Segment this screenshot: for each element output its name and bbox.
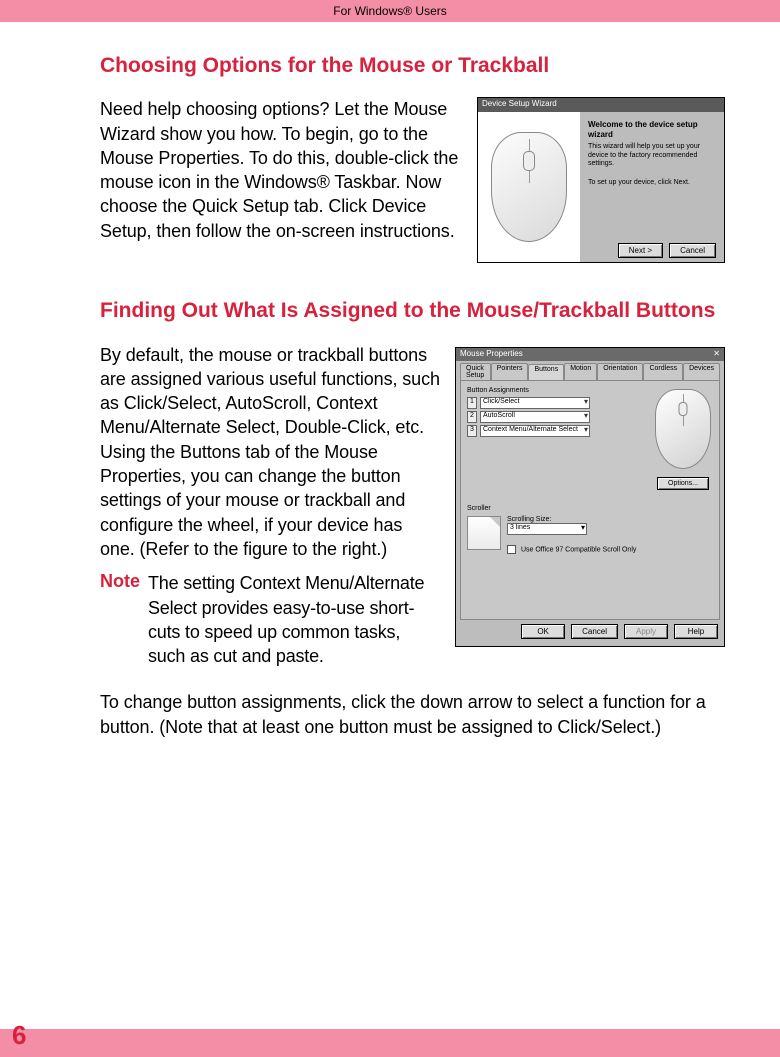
tab-devices[interactable]: Devices <box>683 363 720 380</box>
tab-orientation[interactable]: Orientation <box>597 363 643 380</box>
fig2-panel: Button Assignments 1 Click/Select 2 Auto… <box>460 380 720 620</box>
note-block: Note The setting Context Menu/Alternate … <box>100 571 441 668</box>
fig1-welcome: Welcome to the device setup wizard <box>588 120 716 139</box>
assignment-combo-1[interactable]: Click/Select <box>480 397 590 409</box>
apply-button[interactable]: Apply <box>624 624 668 639</box>
page-content: Choosing Options for the Mouse or Trackb… <box>0 22 780 739</box>
section1-heading: Choosing Options for the Mouse or Trackb… <box>100 52 725 79</box>
mouse-icon <box>491 132 567 242</box>
options-button[interactable]: Options... <box>657 477 709 490</box>
fig2-button-bar: OK Cancel Apply Help <box>456 624 724 643</box>
fig1-titlebar: Device Setup Wizard <box>478 98 724 112</box>
tab-buttons[interactable]: Buttons <box>528 364 564 381</box>
fig1-mouse-graphic <box>478 112 580 262</box>
section1-body: Need help choosing options? Let the Mous… <box>100 97 463 243</box>
note-label: Note <box>100 571 140 668</box>
compat-checkbox[interactable] <box>507 545 516 554</box>
tab-quick-setup[interactable]: Quick Setup <box>460 363 491 380</box>
scrolling-size-combo[interactable]: 3 lines <box>507 523 587 535</box>
tab-cordless[interactable]: Cordless <box>643 363 683 380</box>
scroller-group: Scroller Scrolling Size: 3 lines Use Off… <box>467 505 713 554</box>
page-number: 6 <box>12 1020 26 1051</box>
fig1-cancel-button[interactable]: Cancel <box>669 243 716 258</box>
tab-motion[interactable]: Motion <box>564 363 597 380</box>
tab-pointers[interactable]: Pointers <box>491 363 529 380</box>
fig2-tabs: Quick Setup Pointers Buttons Motion Orie… <box>456 361 724 380</box>
section2-body: By default, the mouse or trackball butto… <box>100 343 441 562</box>
note-text: The setting Context Menu/Alternate Selec… <box>148 571 441 668</box>
section2-after: To change button assignments, click the … <box>100 690 725 739</box>
fig2-close-icon[interactable]: ✕ <box>713 349 720 360</box>
cancel-button[interactable]: Cancel <box>571 624 618 639</box>
assignment-num-3: 3 <box>467 425 477 437</box>
section2-row: By default, the mouse or trackball butto… <box>100 343 725 669</box>
fig2-mouse-icon <box>655 389 711 469</box>
section1-row: Need help choosing options? Let the Mous… <box>100 97 725 263</box>
assignment-num-2: 2 <box>467 411 477 423</box>
scrolling-size-label: Scrolling Size: <box>507 516 713 523</box>
assignment-num-1: 1 <box>467 397 477 409</box>
fig1-next-button[interactable]: Next > <box>618 243 663 258</box>
header-title: For Windows® Users <box>333 4 447 18</box>
assignment-combo-2[interactable]: AutoScroll <box>480 411 590 423</box>
fig1-hint: To set up your device, click Next. <box>588 179 716 187</box>
fig2-title: Mouse Properties <box>460 349 523 360</box>
ok-button[interactable]: OK <box>521 624 565 639</box>
section2-heading: Finding Out What Is Assigned to the Mous… <box>100 297 725 324</box>
fig2-titlebar: Mouse Properties ✕ <box>456 348 724 361</box>
scroller-label: Scroller <box>467 505 713 512</box>
compat-label: Use Office 97 Compatible Scroll Only <box>521 546 636 553</box>
help-button[interactable]: Help <box>674 624 718 639</box>
header-band: For Windows® Users <box>0 0 780 22</box>
document-icon <box>467 516 501 550</box>
section2-textcol: By default, the mouse or trackball butto… <box>100 343 441 669</box>
assignment-combo-3[interactable]: Context Menu/Alternate Select <box>480 425 590 437</box>
figure-mouse-properties: Mouse Properties ✕ Quick Setup Pointers … <box>455 347 725 647</box>
figure-device-setup-wizard: Device Setup Wizard Welcome to the devic… <box>477 97 725 263</box>
fig1-desc: This wizard will help you set up your de… <box>588 143 716 168</box>
footer-band <box>0 1029 780 1057</box>
